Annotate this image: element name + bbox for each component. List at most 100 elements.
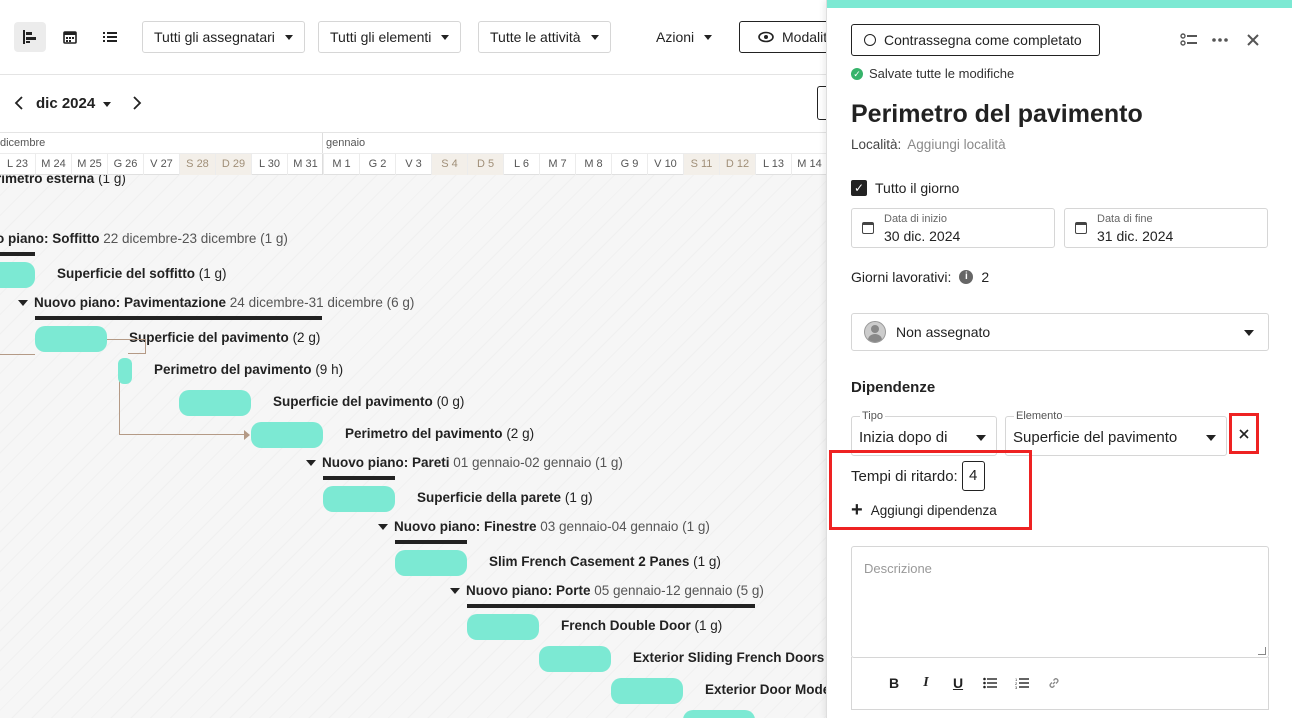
- mark-complete-button[interactable]: Contrassegna come completato: [851, 24, 1100, 56]
- gantt-row-label[interactable]: Slim French Casement 2 Panes (1 g): [489, 554, 721, 569]
- all-day-toggle[interactable]: ✓ Tutto il giorno: [851, 180, 959, 196]
- assignees-filter[interactable]: Tutti gli assegnatari: [142, 21, 305, 53]
- task-detail-panel: Contrassegna come completato ✓ Salvate t…: [826, 0, 1292, 718]
- description-textarea[interactable]: Descrizione: [851, 546, 1269, 658]
- info-icon[interactable]: i: [959, 270, 974, 284]
- mode-button[interactable]: Modalit: [739, 21, 839, 53]
- save-status: ✓ Salvate tutte le modifiche: [851, 66, 1014, 81]
- timeline-months: dicembre gennaio: [0, 133, 826, 153]
- workdays-row: Giorni lavorativi: i 2: [851, 269, 989, 285]
- group-label-soffitto[interactable]: o piano: Soffitto 22 dicembre-23 dicembr…: [0, 231, 288, 246]
- gantt-row-label[interactable]: Superficie del soffitto (1 g): [57, 266, 227, 281]
- group-label-finestre[interactable]: Nuovo piano: Finestre 03 gennaio-04 genn…: [378, 519, 710, 534]
- task-name: French Double Door: [561, 618, 691, 633]
- gantt-row-label[interactable]: Superficie del pavimento (2 g): [129, 330, 320, 345]
- task-bar[interactable]: [395, 550, 467, 576]
- caret-down-icon[interactable]: [306, 460, 316, 467]
- task-duration: (2 g): [506, 426, 535, 441]
- description-placeholder: Descrizione: [864, 561, 932, 576]
- remove-dependency-button[interactable]: [1229, 413, 1259, 454]
- caret-down-icon[interactable]: [378, 524, 388, 531]
- gantt-row-label[interactable]: Exterior Door Mode: [705, 682, 826, 697]
- task-title[interactable]: Perimetro del pavimento: [851, 100, 1143, 129]
- link-icon[interactable]: [1038, 671, 1070, 695]
- caret-down-icon[interactable]: [450, 588, 460, 595]
- gantt-row-label[interactable]: Perimetro del pavimento (9 h): [154, 362, 343, 377]
- task-bar[interactable]: [35, 326, 107, 352]
- task-bar[interactable]: [179, 390, 251, 416]
- actions-menu[interactable]: Azioni: [656, 21, 713, 53]
- group-label-pavimentazione[interactable]: Nuovo piano: Pavimentazione 24 dicembre-…: [18, 295, 414, 310]
- task-bar[interactable]: [0, 262, 35, 288]
- gantt-row-label[interactable]: Perimetro del pavimento (2 g): [345, 426, 534, 441]
- add-dependency-label: Aggiungi dipendenza: [870, 502, 997, 518]
- resize-grip-icon[interactable]: [1258, 647, 1266, 655]
- chevron-left-icon[interactable]: [14, 94, 24, 115]
- add-location-link[interactable]: Aggiungi località: [907, 137, 1005, 152]
- dependency-element-select[interactable]: Elemento Superficie del pavimento: [1005, 410, 1227, 456]
- task-name: rimetro esterna: [0, 175, 95, 186]
- group-dates: 22 dicembre-23 dicembre (1 g): [103, 231, 288, 246]
- task-bar[interactable]: [539, 646, 611, 672]
- start-date-field[interactable]: Data di inizio 30 dic. 2024: [851, 208, 1055, 248]
- avatar: [864, 321, 886, 343]
- svg-text:3: 3: [1015, 685, 1018, 689]
- assignee-select[interactable]: Non assegnato: [851, 313, 1269, 351]
- close-icon: [1239, 428, 1249, 439]
- gantt-view-icon[interactable]: [14, 22, 46, 52]
- group-name: Nuovo piano: Finestre: [394, 519, 537, 534]
- task-name: Slim French Casement 2 Panes: [489, 554, 690, 569]
- dependency-type-label: Tipo: [860, 410, 885, 422]
- activities-filter[interactable]: Tutte le attività: [478, 21, 611, 53]
- end-date-value: 31 dic. 2024: [1097, 228, 1174, 244]
- calendar-view-icon[interactable]: [54, 22, 86, 52]
- italic-icon[interactable]: I: [910, 671, 942, 695]
- delay-input[interactable]: 4: [961, 461, 985, 491]
- group-label-pareti[interactable]: Nuovo piano: Pareti 01 gennaio-02 gennai…: [306, 455, 623, 470]
- task-bar[interactable]: [683, 710, 755, 718]
- mode-button-label: Modalit: [782, 29, 828, 45]
- group-bar: [35, 316, 322, 320]
- list-view-icon[interactable]: [94, 22, 126, 52]
- gantt-row-label[interactable]: rimetro esterna (1 g): [0, 175, 126, 186]
- task-bar[interactable]: [611, 678, 683, 704]
- timeline-day: M 25: [72, 154, 108, 175]
- dependency-line: [145, 339, 146, 353]
- more-options-icon[interactable]: [1208, 28, 1232, 52]
- end-date-field[interactable]: Data di fine 31 dic. 2024: [1064, 208, 1268, 248]
- all-day-label: Tutto il giorno: [875, 180, 960, 196]
- elements-filter[interactable]: Tutti gli elementi: [318, 21, 462, 53]
- gantt-row-label[interactable]: Superficie del pavimento (0 g): [273, 394, 464, 409]
- month-selector[interactable]: dic 2024: [36, 95, 112, 112]
- bold-icon[interactable]: B: [878, 671, 910, 695]
- underline-icon[interactable]: U: [942, 671, 974, 695]
- group-label-porte[interactable]: Nuovo piano: Porte 05 gennaio-12 gennaio…: [450, 583, 764, 598]
- gantt-row-label[interactable]: French Double Door (1 g): [561, 618, 722, 633]
- chevron-down-icon: [1244, 330, 1254, 336]
- checklist-icon[interactable]: [1177, 28, 1201, 52]
- task-bar[interactable]: [118, 358, 132, 384]
- add-dependency-button[interactable]: + Aggiungi dipendenza: [851, 499, 997, 521]
- task-name: Superficie del pavimento: [129, 330, 289, 345]
- chevron-right-icon[interactable]: [132, 94, 142, 115]
- plus-icon: +: [851, 499, 863, 521]
- caret-down-icon[interactable]: [18, 300, 28, 307]
- gantt-row-label[interactable]: Exterior Sliding French Doors (: [633, 650, 826, 665]
- dependency-line: [0, 354, 35, 355]
- task-bar[interactable]: [467, 614, 539, 640]
- checkbox-checked-icon[interactable]: ✓: [851, 180, 867, 196]
- chevron-down-icon: [441, 34, 450, 40]
- task-duration: (1 g): [98, 175, 126, 186]
- gantt-row-label[interactable]: Superficie della parete (1 g): [417, 490, 593, 505]
- numbered-list-icon[interactable]: 123: [1006, 671, 1038, 695]
- timeline-day: D 5: [468, 154, 504, 175]
- group-name: o piano: Soffitto: [0, 231, 100, 246]
- chevron-down-icon: [103, 101, 112, 107]
- actions-menu-label: Azioni: [656, 29, 695, 45]
- group-dates: 05 gennaio-12 gennaio (5 g): [594, 583, 764, 598]
- task-bar[interactable]: [323, 486, 395, 512]
- task-duration: (2 g): [292, 330, 321, 345]
- task-bar[interactable]: [251, 422, 323, 448]
- bullet-list-icon[interactable]: [974, 671, 1006, 695]
- close-icon[interactable]: [1241, 28, 1265, 52]
